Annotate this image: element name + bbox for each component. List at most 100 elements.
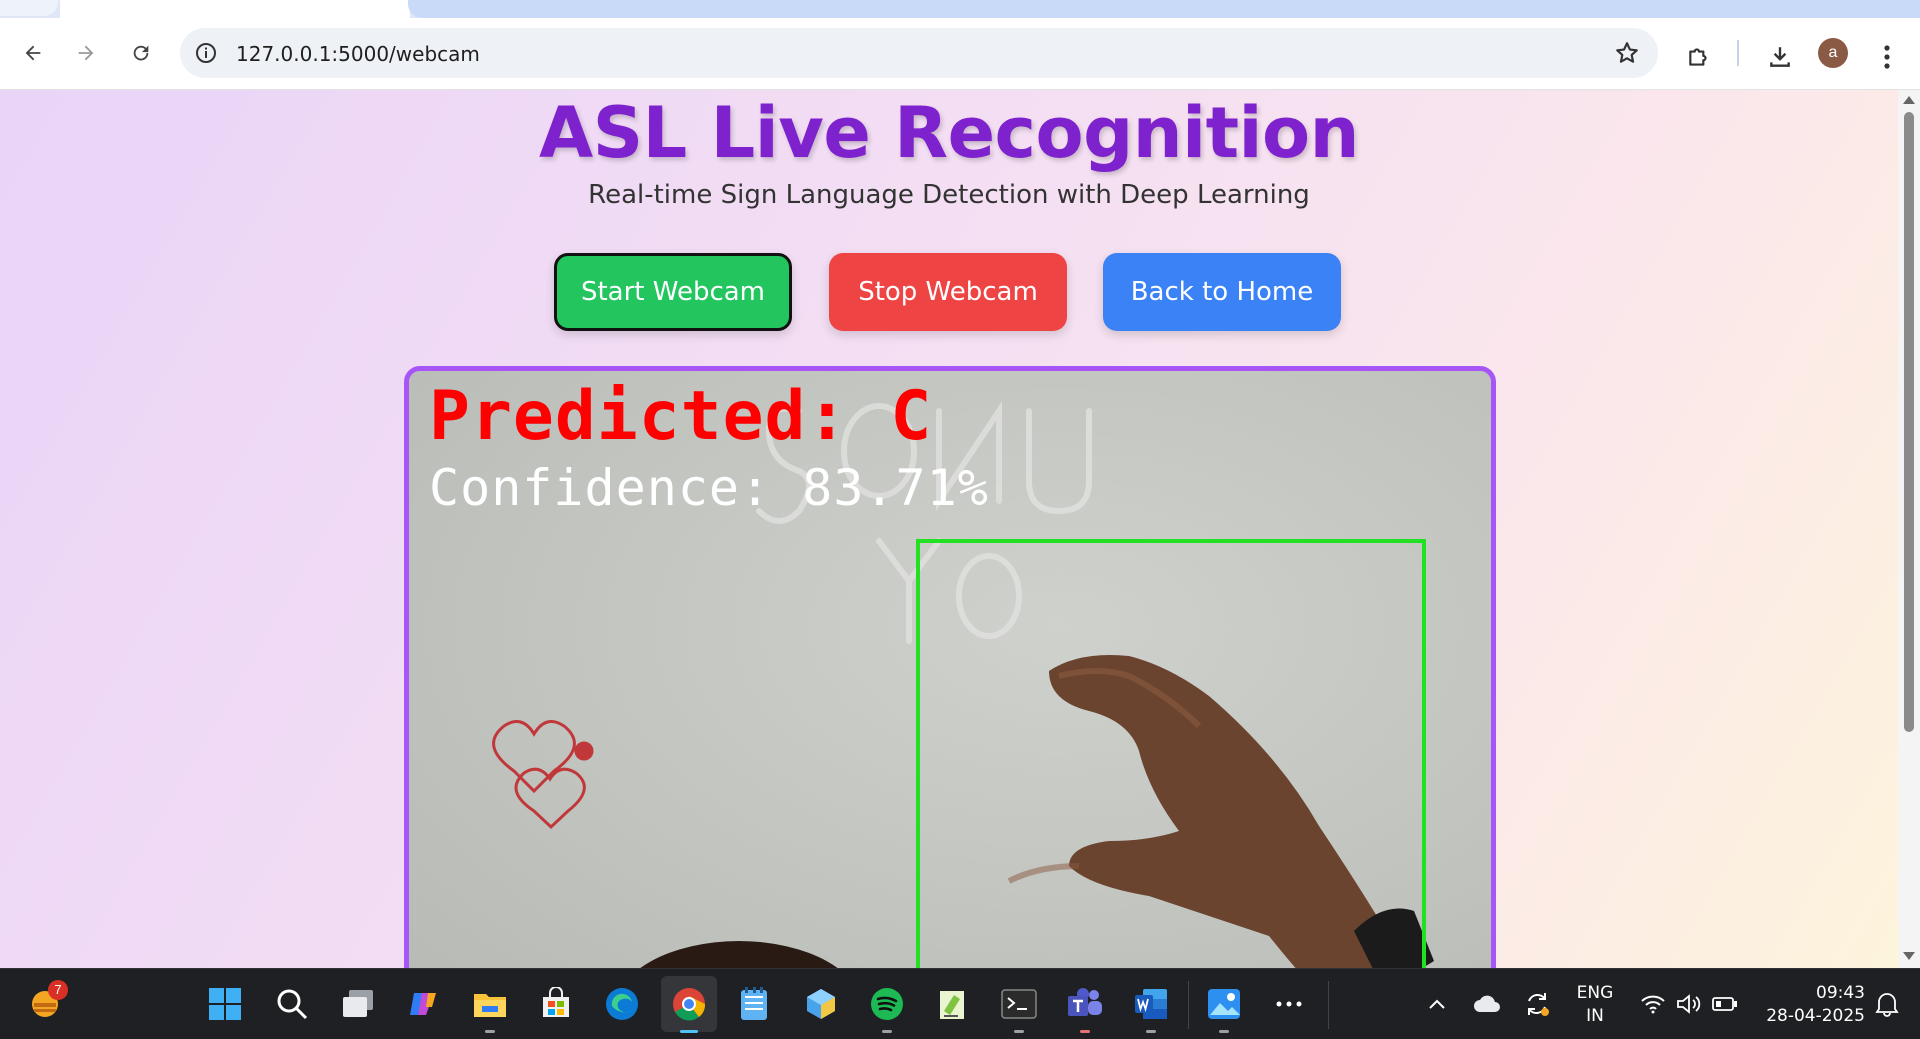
webcam-feed: Predicted: C Confidence: 83.71% <box>409 371 1491 968</box>
site-info-icon[interactable] <box>194 41 218 65</box>
puzzle-icon <box>1689 48 1707 66</box>
terminal-button[interactable] <box>998 983 1040 1033</box>
download-icon <box>1770 47 1790 67</box>
spotify-button[interactable] <box>866 983 908 1033</box>
running-indicator <box>882 1030 892 1033</box>
confidence-label: Confidence: 83.71% <box>429 459 989 517</box>
running-indicator <box>485 1030 495 1033</box>
reload-icon <box>133 45 149 61</box>
chevron-up-icon <box>1429 999 1445 1009</box>
cube-icon <box>807 989 835 1019</box>
spotify-icon <box>871 988 903 1020</box>
page-subtitle: Real-time Sign Language Detection with D… <box>588 180 1310 210</box>
running-indicator <box>1219 1030 1229 1033</box>
toolbar-separator <box>1737 40 1739 66</box>
running-indicator <box>1146 1030 1156 1033</box>
running-indicator <box>1014 1030 1024 1033</box>
page-scrollbar[interactable] <box>1898 90 1920 968</box>
notification-center-button[interactable] <box>1870 983 1904 1025</box>
wifi-status[interactable] <box>1636 983 1670 1025</box>
running-indicator-active <box>680 1030 698 1033</box>
back-arrow-icon <box>25 45 41 61</box>
edge-icon <box>606 988 638 1020</box>
forward-arrow-icon <box>78 45 94 61</box>
scroll-up-arrow-icon[interactable] <box>1903 96 1915 104</box>
clock-time[interactable]: 09:43 <box>1755 983 1865 1003</box>
wifi-icon <box>1641 995 1665 1014</box>
windows-taskbar: ENG IN 09:43 28-04-2025 <box>0 968 1920 1039</box>
microsoft-store-button[interactable] <box>535 983 577 1025</box>
notepad-plus-plus-button[interactable] <box>932 983 974 1025</box>
extensions-button[interactable] <box>1684 42 1714 72</box>
teams-icon <box>1068 988 1102 1016</box>
sync-button[interactable] <box>1519 983 1555 1025</box>
battery-icon <box>1712 997 1737 1011</box>
tab-active[interactable] <box>60 0 410 18</box>
forward-button[interactable] <box>69 36 103 70</box>
profile-avatar[interactable]: a <box>1818 38 1848 68</box>
word-button[interactable] <box>1130 983 1172 1033</box>
store-icon <box>543 987 569 1017</box>
chrome-button[interactable] <box>668 983 710 1033</box>
chrome-icon <box>673 988 706 1021</box>
sync-icon <box>1528 993 1549 1016</box>
stop-webcam-button[interactable]: Stop Webcam <box>829 253 1067 331</box>
notepad-plus-plus-icon <box>940 991 964 1019</box>
3d-viewer-button[interactable] <box>800 983 842 1025</box>
language-indicator-line1[interactable]: ENG <box>1568 983 1622 1003</box>
show-hidden-icons-button[interactable] <box>1422 983 1452 1025</box>
clock-date[interactable]: 28-04-2025 <box>1755 1006 1865 1026</box>
tab-strip <box>0 0 1920 18</box>
taskbar-divider <box>1328 981 1329 1029</box>
edge-button[interactable] <box>601 983 643 1025</box>
scroll-down-arrow-icon[interactable] <box>1903 952 1915 960</box>
speaker-icon <box>1677 994 1701 1014</box>
hand-bounding-box <box>916 539 1426 968</box>
copilot-icon <box>410 993 436 1015</box>
start-button[interactable] <box>204 983 246 1025</box>
ellipsis-icon <box>1276 1001 1302 1007</box>
downloads-button[interactable] <box>1765 42 1795 72</box>
kebab-menu-icon <box>1884 45 1890 69</box>
weather-notification-badge: 7 <box>48 980 68 1000</box>
folder-icon <box>474 994 506 1017</box>
reload-button[interactable] <box>124 36 158 70</box>
running-indicator <box>1080 1030 1090 1033</box>
search-button[interactable] <box>271 983 313 1025</box>
photos-icon <box>1208 989 1240 1019</box>
back-to-home-button[interactable]: Back to Home <box>1103 253 1341 331</box>
url-text[interactable]: 127.0.0.1:5000/webcam <box>236 42 480 66</box>
notepad-icon <box>741 987 767 1020</box>
windows-logo-icon <box>209 988 241 1020</box>
browser-toolbar: 127.0.0.1:5000/webcam a <box>0 18 1920 90</box>
teams-button[interactable] <box>1064 983 1106 1033</box>
back-button[interactable] <box>16 36 50 70</box>
notepad-button[interactable] <box>733 983 775 1025</box>
copilot-button[interactable] <box>402 983 444 1025</box>
photos-button[interactable] <box>1203 983 1245 1033</box>
file-explorer-button[interactable] <box>469 983 511 1033</box>
browser-menu-button[interactable] <box>1872 42 1902 72</box>
page-title: ASL Live Recognition <box>539 92 1359 174</box>
taskbar-divider <box>1188 981 1189 1029</box>
language-indicator-line2[interactable]: IN <box>1568 1006 1622 1026</box>
bookmark-star-icon[interactable] <box>1614 40 1640 66</box>
search-icon <box>277 989 308 1020</box>
page-viewport: ASL Live Recognition Real-time Sign Lang… <box>0 90 1898 968</box>
notification-bell-icon <box>1875 993 1899 1017</box>
tab-inactive[interactable] <box>408 0 1920 18</box>
task-view-button[interactable] <box>337 983 379 1025</box>
terminal-icon <box>1001 989 1037 1019</box>
task-view-icon <box>343 990 373 1017</box>
start-webcam-button[interactable]: Start Webcam <box>554 253 792 331</box>
more-apps-button[interactable] <box>1268 983 1310 1025</box>
volume-status[interactable] <box>1672 983 1706 1025</box>
tab-corner <box>0 0 58 16</box>
battery-status[interactable] <box>1708 983 1742 1025</box>
prediction-label: Predicted: C <box>429 377 933 456</box>
address-bar[interactable]: 127.0.0.1:5000/webcam <box>180 28 1658 78</box>
onedrive-button[interactable] <box>1470 983 1504 1025</box>
word-icon <box>1135 989 1167 1019</box>
scrollbar-thumb[interactable] <box>1904 112 1914 732</box>
cloud-icon <box>1474 995 1500 1012</box>
